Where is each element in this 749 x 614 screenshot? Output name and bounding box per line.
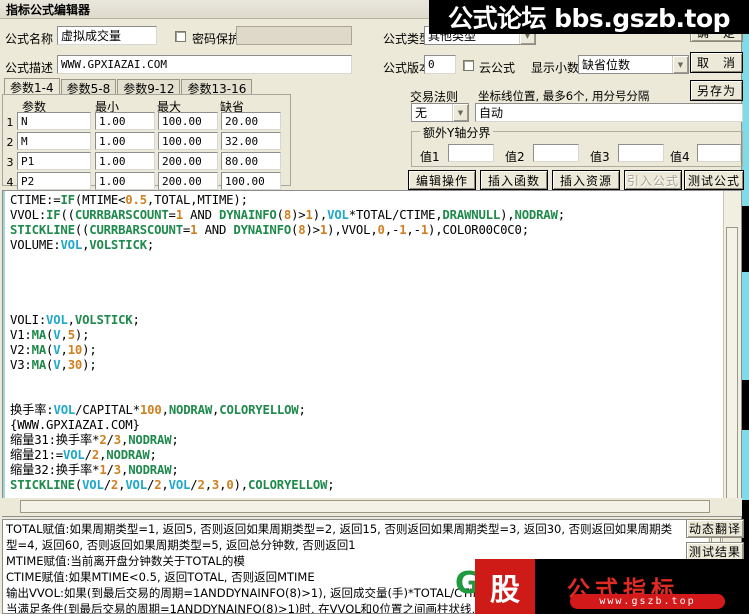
- translation-line: 型=4, 返回60, 否则返回如果周期类型=5, 返回总分钟数, 否则返回1: [6, 538, 356, 552]
- extra-axis-input-1[interactable]: [448, 144, 494, 162]
- extra-axis-label-4: 值4: [670, 150, 690, 164]
- decimal-digits-value: 缺省位数: [582, 58, 631, 72]
- param-name-input-2[interactable]: M: [17, 132, 91, 150]
- param-def-input-1[interactable]: 20.00: [221, 112, 281, 130]
- extra-axis-input-4[interactable]: [697, 144, 741, 162]
- param-row-number: 4: [6, 176, 14, 189]
- param-name-input-3[interactable]: P1: [17, 152, 91, 170]
- formula-version-input[interactable]: 0: [424, 55, 456, 74]
- extra-axis-label-3: 值3: [590, 150, 610, 164]
- param-name-input-1[interactable]: N: [17, 112, 91, 130]
- extra-axis-input-3[interactable]: [618, 144, 664, 162]
- param-def-input-3[interactable]: 80.00: [221, 152, 281, 170]
- insert-resource-button[interactable]: 插入资源: [552, 170, 620, 190]
- decimal-digits-select[interactable]: 缺省位数 ▼: [578, 55, 689, 74]
- formula-source-code[interactable]: CTIME:=IF(MTIME<0.5,TOTAL,MTIME); VVOL:I…: [6, 193, 723, 493]
- extra-y-axis-title: 额外Y轴分界: [420, 124, 494, 141]
- param-max-input-4[interactable]: 200.00: [158, 172, 218, 190]
- formula-code-editor[interactable]: CTIME:=IF(MTIME<0.5,TOTAL,MTIME); VVOL:I…: [2, 190, 742, 517]
- param-min-input-3[interactable]: 1.00: [95, 152, 155, 170]
- bottom-watermark-url: www.gszb.top: [570, 594, 725, 609]
- chevron-down-icon[interactable]: ▼: [452, 104, 468, 121]
- import-formula-button: 引入公式: [624, 170, 682, 190]
- param-min-input-4[interactable]: 1.00: [95, 172, 155, 190]
- edit-operations-button[interactable]: 编辑操作: [408, 170, 476, 190]
- extra-axis-input-2[interactable]: [533, 144, 579, 162]
- formula-desc-label: 公式描述: [5, 61, 54, 75]
- translation-line: TOTAL赋值:如果周期类型=1, 返回5, 否则返回如果周期类型=2, 返回1…: [6, 522, 673, 536]
- window-title: 指标公式编辑器: [6, 2, 91, 17]
- param-min-input-1[interactable]: 1.00: [95, 112, 155, 130]
- password-input[interactable]: [236, 26, 352, 45]
- brand-logo-icon: 股: [475, 559, 535, 614]
- axis-position-input[interactable]: 自动: [475, 103, 743, 122]
- param-row-number: 2: [6, 136, 14, 149]
- extra-axis-label-1: 值1: [420, 150, 440, 164]
- axis-position-hint: 坐标线位置, 最多6个, 用分号分隔: [478, 89, 650, 103]
- editor-vscroll-thumb[interactable]: [726, 227, 738, 516]
- editor-vertical-scrollbar[interactable]: [723, 191, 741, 516]
- param-max-input-2[interactable]: 100.00: [158, 132, 218, 150]
- top-watermark: 公式论坛 bbs.gszb.top: [429, 0, 749, 34]
- formula-name-label: 公式名称: [5, 32, 54, 46]
- editor-code-area[interactable]: CTIME:=IF(MTIME<0.5,TOTAL,MTIME); VVOL:I…: [3, 191, 723, 516]
- dynamic-translate-button[interactable]: 动态翻译: [686, 519, 744, 538]
- cancel-button[interactable]: 取 消: [690, 52, 743, 73]
- axis-line-value: 无: [415, 106, 428, 120]
- save-as-button[interactable]: 另存为: [690, 80, 743, 101]
- insert-function-button[interactable]: 插入函数: [480, 170, 548, 190]
- decimal-display-label: 显示小数: [531, 61, 580, 75]
- axis-line-select[interactable]: 无 ▼: [411, 103, 469, 122]
- formula-desc-input[interactable]: WWW.GPXIAZAI.COM: [57, 55, 352, 74]
- param-def-input-4[interactable]: 100.00: [221, 172, 281, 190]
- editor-horizontal-scrollbar-track[interactable]: [2, 498, 742, 516]
- param-max-input-3[interactable]: 200.00: [158, 152, 218, 170]
- param-row-number: 1: [6, 116, 14, 129]
- editor-hscroll-thumb[interactable]: [20, 500, 710, 513]
- param-row-number: 3: [6, 156, 14, 169]
- password-protect-checkbox[interactable]: [175, 31, 186, 42]
- chevron-down-icon[interactable]: ▼: [672, 56, 688, 73]
- cloud-formula-checkbox[interactable]: [463, 60, 474, 71]
- password-protect-label: 密码保护: [192, 32, 241, 46]
- cloud-formula-label: 云公式: [479, 61, 516, 75]
- parameter-tabs: 参数1-4 参数5-8 参数9-12 参数13-16: [4, 78, 253, 96]
- formula-name-input[interactable]: 虚拟成交量: [57, 26, 157, 45]
- extra-axis-label-2: 值2: [505, 150, 525, 164]
- param-name-input-4[interactable]: P2: [17, 172, 91, 190]
- test-formula-button[interactable]: 测试公式: [684, 170, 744, 190]
- param-def-input-2[interactable]: 32.00: [221, 132, 281, 150]
- param-min-input-2[interactable]: 1.00: [95, 132, 155, 150]
- param-max-input-1[interactable]: 100.00: [158, 112, 218, 130]
- indicator-formula-editor-dialog: 指标公式编辑器 公式名称 虚拟成交量 密码保护 公式类型 其他类型 ▼ 确 定 …: [0, 0, 744, 614]
